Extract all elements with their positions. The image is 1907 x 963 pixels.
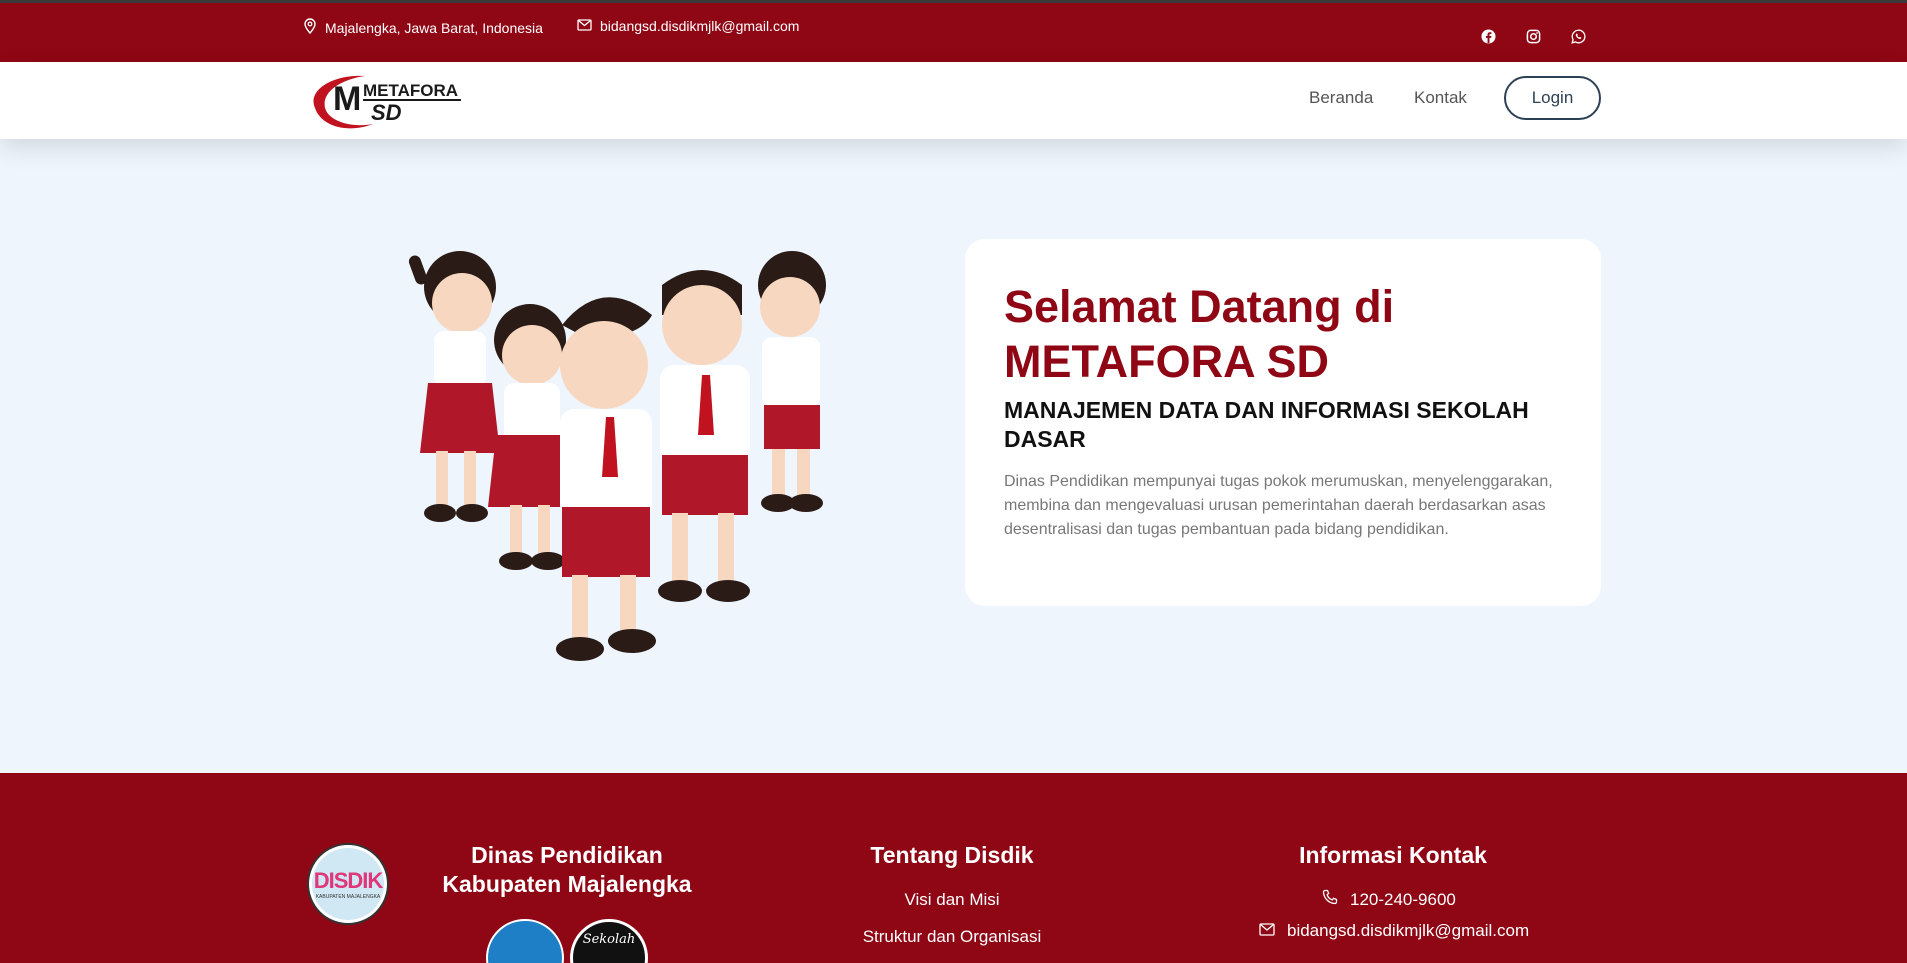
link-visi-misi[interactable]: Visi dan Misi <box>812 890 1092 910</box>
email-text[interactable]: bidangsd.disdikmjlk@gmail.com <box>600 18 799 34</box>
facebook-icon[interactable] <box>1477 25 1499 47</box>
link-struktur-organisasi[interactable]: Struktur dan Organisasi <box>812 927 1092 947</box>
instagram-icon[interactable] <box>1522 25 1544 47</box>
envelope-icon <box>1259 921 1275 941</box>
disdik-logo-text: DISDIK <box>313 868 384 893</box>
sekolah-dasar-logo: Sekolah <box>570 919 648 963</box>
phone-icon <box>1322 889 1338 910</box>
map-pin-icon <box>303 18 317 37</box>
logo-sub: SD <box>371 100 402 125</box>
svg-text:M: M <box>333 80 361 118</box>
footer-email-text[interactable]: bidangsd.disdikmjlk@gmail.com <box>1287 921 1529 941</box>
sekolah-dasar-logo-text: Sekolah <box>582 932 636 947</box>
whatsapp-icon[interactable] <box>1567 25 1589 47</box>
disdik-logo: DISDIK KABUPATEN MAJALENGKA <box>307 843 389 925</box>
top-bar: Majalengka, Jawa Barat, Indonesia bidang… <box>0 0 1907 62</box>
disdik-logo-sub: KABUPATEN MAJALENGKA <box>315 894 381 900</box>
students-illustration <box>392 245 852 675</box>
footer-contact-title: Informasi Kontak <box>1299 842 1487 868</box>
phone-text: 120-240-9600 <box>1350 889 1456 909</box>
login-button[interactable]: Login <box>1504 76 1601 120</box>
logo-text: METAFORA <box>363 81 458 100</box>
nav-beranda[interactable]: Beranda <box>1309 88 1373 108</box>
footer-about-title: Tentang Disdik <box>870 842 1034 868</box>
contact-phone: 120-240-9600 <box>1322 889 1456 910</box>
footer: DISDIK KABUPATEN MAJALENGKA Dinas Pendid… <box>0 773 1907 963</box>
location-info: Majalengka, Jawa Barat, Indonesia <box>303 18 543 37</box>
footer-org-title: Dinas Pendidikan Kabupaten Majalengka <box>442 842 692 897</box>
contact-email: bidangsd.disdikmjlk@gmail.com <box>1259 921 1529 941</box>
welcome-card: Selamat Datang di METAFORA SD MANAJEMEN … <box>965 239 1601 606</box>
navbar: M METAFORA SD Beranda Kontak Login <box>0 62 1907 139</box>
email-info: bidangsd.disdikmjlk@gmail.com <box>577 18 799 34</box>
hero-title: Selamat Datang di METAFORA SD <box>1004 281 1395 387</box>
nav-kontak[interactable]: Kontak <box>1414 88 1467 108</box>
hero-description: Dinas Pendidikan mempunyai tugas pokok m… <box>1004 473 1553 538</box>
location-text: Majalengka, Jawa Barat, Indonesia <box>325 19 543 36</box>
metafora-logo[interactable]: M METAFORA SD <box>303 68 468 132</box>
envelope-icon <box>577 18 592 34</box>
tut-wuri-handayani-logo <box>486 919 564 963</box>
hero-subtitle: MANAJEMEN DATA DAN INFORMASI SEKOLAH DAS… <box>1004 397 1529 452</box>
